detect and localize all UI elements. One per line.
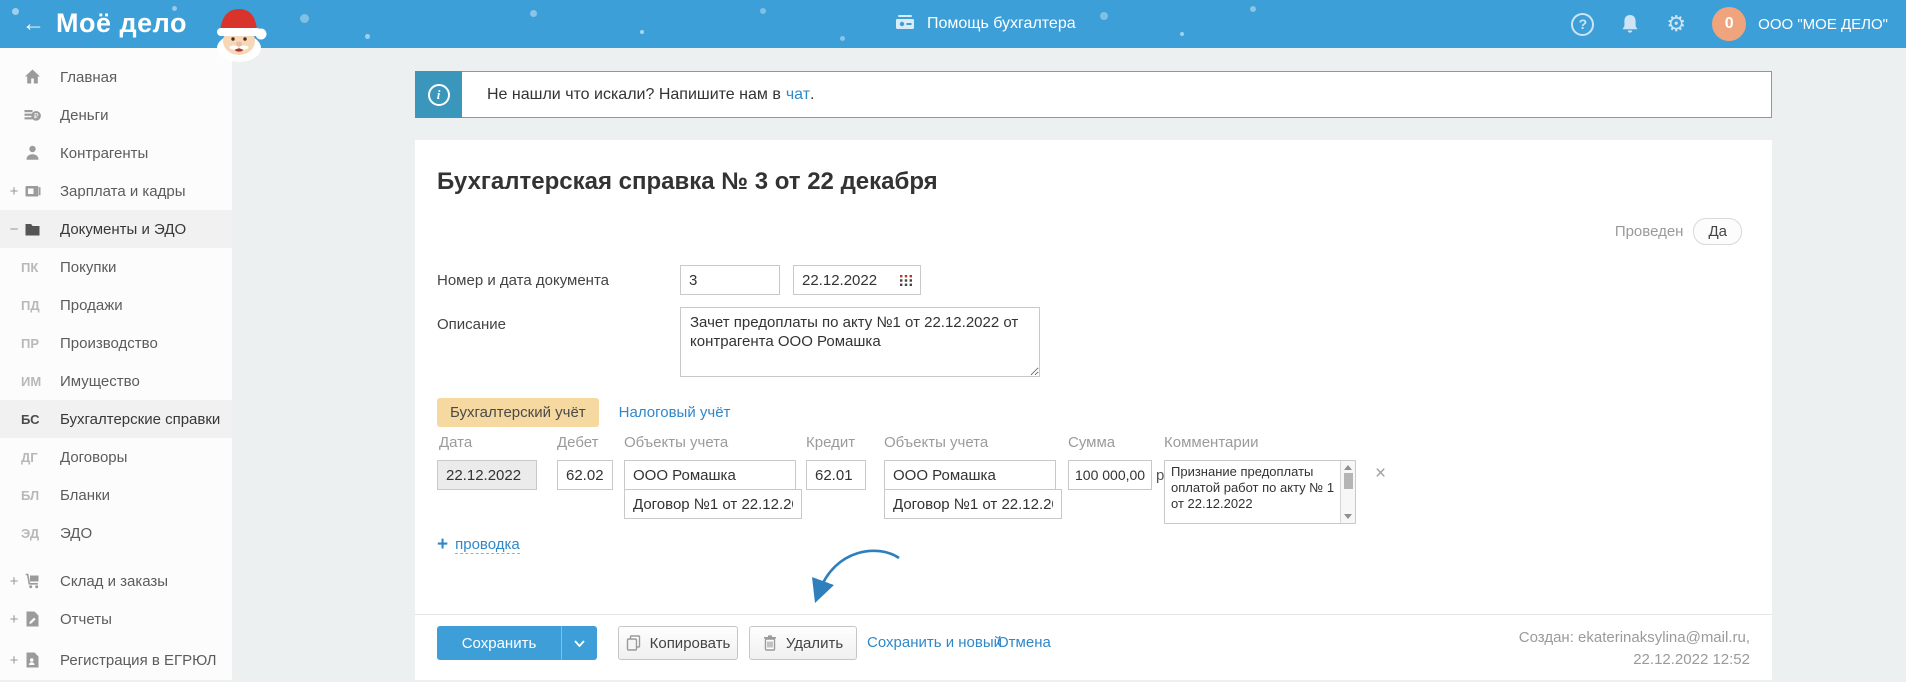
col-amount: Сумма [1068, 434, 1116, 451]
footer-divider [415, 614, 1772, 615]
calendar-icon [900, 274, 912, 286]
tab-tax[interactable]: Налоговый учёт [619, 404, 731, 421]
number-date-label: Номер и дата документа [437, 272, 610, 289]
sidebar-item-blanks[interactable]: БЛ Бланки [0, 476, 232, 514]
cash-register-icon [893, 11, 917, 38]
scroll-down-icon [1344, 514, 1352, 519]
copy-icon [626, 635, 641, 651]
home-icon [23, 68, 43, 86]
sidebar-item-salary[interactable]: + Зарплата и кадры [0, 172, 232, 210]
col-comments: Комментарии [1164, 434, 1259, 451]
amount-input[interactable] [1068, 460, 1152, 490]
delete-entry-icon[interactable]: × [1375, 464, 1386, 483]
expand-icon[interactable]: + [7, 183, 21, 200]
sidebar-item-money[interactable]: ₽ Деньги [0, 96, 232, 134]
comment-scrollbar[interactable] [1340, 461, 1355, 523]
scroll-thumb [1343, 473, 1353, 489]
document-number-input[interactable] [680, 265, 780, 295]
col-date: Дата [439, 434, 473, 451]
registration-icon [23, 651, 43, 669]
sidebar-item-production[interactable]: ПР Производство [0, 324, 232, 362]
bell-icon[interactable] [1620, 13, 1640, 35]
folder-icon [23, 220, 43, 238]
document-date-input[interactable]: 22.12.2022 [793, 265, 921, 295]
entry-date-input[interactable]: 22.12.2022 [437, 460, 537, 490]
company-name: ООО "МОЕ ДЕЛО" [1758, 15, 1888, 33]
expand-icon[interactable]: + [7, 611, 21, 628]
page-title: Бухгалтерская справка № 3 от 22 декабря [437, 168, 938, 195]
sidebar-item-contracts[interactable]: ДГ Договоры [0, 438, 232, 476]
help-icon[interactable]: ? [1571, 12, 1595, 36]
contractors-icon [23, 144, 43, 162]
expand-icon[interactable]: + [7, 573, 21, 590]
credit-account-input[interactable] [806, 460, 866, 490]
col-credit: Кредит [806, 434, 856, 451]
sidebar-item-reports[interactable]: + Отчеты [0, 600, 232, 638]
sidebar-item-sales[interactable]: ПД Продажи [0, 286, 232, 324]
credit-object-input[interactable] [884, 460, 1056, 490]
col-debit-objects: Объекты учета [624, 434, 729, 451]
sidebar-item-purchases[interactable]: ПК Покупки [0, 248, 232, 286]
help-center-label: Помощь бухгалтера [927, 15, 1076, 32]
app-logo[interactable]: Моё дело [56, 8, 187, 39]
document-card: Бухгалтерская справка № 3 от 22 декабря … [415, 140, 1772, 680]
annotation-arrow [812, 549, 900, 603]
salary-icon [23, 182, 43, 200]
sidebar-item-edo[interactable]: ЭД ЭДО [0, 514, 232, 552]
add-entry-link[interactable]: + проводка [437, 535, 520, 554]
chat-link[interactable]: чат [786, 86, 810, 104]
help-center-link[interactable]: Помощь бухгалтера [893, 0, 1076, 48]
credit-contract-input[interactable] [884, 489, 1062, 519]
sidebar-nav: Главная ₽ Деньги Контрагенты + Зарплата … [0, 48, 233, 680]
app-header: ← Моё дело Помощь бухгалтера ? ⚙ 0 ООО "… [0, 0, 1906, 62]
collapse-icon[interactable]: − [7, 221, 21, 238]
tab-accounting[interactable]: Бухгалтерский учёт [437, 398, 599, 427]
debit-account-input[interactable] [557, 460, 613, 490]
gear-icon[interactable]: ⚙ [1666, 13, 1686, 35]
svg-text:₽: ₽ [34, 111, 39, 120]
sidebar-item-property[interactable]: ИМ Имущество [0, 362, 232, 400]
reports-icon [23, 610, 43, 628]
money-icon: ₽ [23, 106, 43, 124]
save-and-new-link[interactable]: Сохранить и новый [867, 634, 1002, 651]
save-button[interactable]: Сохранить [437, 626, 597, 660]
cancel-link[interactable]: Отмена [997, 634, 1051, 651]
created-info: Создан: ekaterinaksylina@mail.ru, 22.12.… [1518, 629, 1750, 668]
info-banner: i Не нашли что искали? Напишите нам в ча… [415, 71, 1772, 118]
debit-object-input[interactable] [624, 460, 796, 490]
copy-button[interactable]: Копировать [618, 626, 738, 660]
plus-icon: + [437, 534, 449, 555]
posted-label: Проведен [1614, 223, 1684, 240]
delete-button[interactable]: Удалить [749, 626, 857, 660]
banner-message: Не нашли что искали? Напишите нам в [487, 85, 781, 103]
comment-textarea[interactable]: Признание предоплаты оплатой работ по ак… [1164, 460, 1356, 524]
sidebar-item-warehouse[interactable]: + Склад и заказы [0, 562, 232, 600]
sidebar-item-registration[interactable]: + Регистрация в ЕГРЮЛ [0, 638, 232, 682]
sidebar-item-contractors[interactable]: Контрагенты [0, 134, 232, 172]
sidebar-item-accounting-certificates[interactable]: БС Бухгалтерские справки [0, 400, 232, 438]
trash-icon [763, 635, 777, 651]
account-menu[interactable]: 0 ООО "МОЕ ДЕЛО" [1712, 7, 1888, 41]
col-credit-objects: Объекты учета [884, 434, 989, 451]
save-dropdown-caret[interactable] [561, 626, 597, 660]
debit-contract-input[interactable] [624, 489, 802, 519]
description-label: Описание [437, 316, 507, 333]
posted-toggle-button[interactable]: Да [1693, 218, 1742, 245]
santa-decoration [193, 1, 285, 68]
back-arrow-icon[interactable]: ← [22, 10, 45, 37]
avatar: 0 [1712, 7, 1747, 41]
description-textarea[interactable]: Зачет предоплаты по акту №1 от 22.12.202… [680, 307, 1040, 377]
scroll-up-icon [1344, 465, 1352, 470]
sidebar-item-documents[interactable]: − Документы и ЭДО [0, 210, 232, 248]
expand-icon[interactable]: + [7, 652, 21, 669]
info-icon: i [415, 71, 462, 118]
warehouse-icon [23, 572, 43, 590]
col-debit: Дебет [557, 434, 599, 451]
